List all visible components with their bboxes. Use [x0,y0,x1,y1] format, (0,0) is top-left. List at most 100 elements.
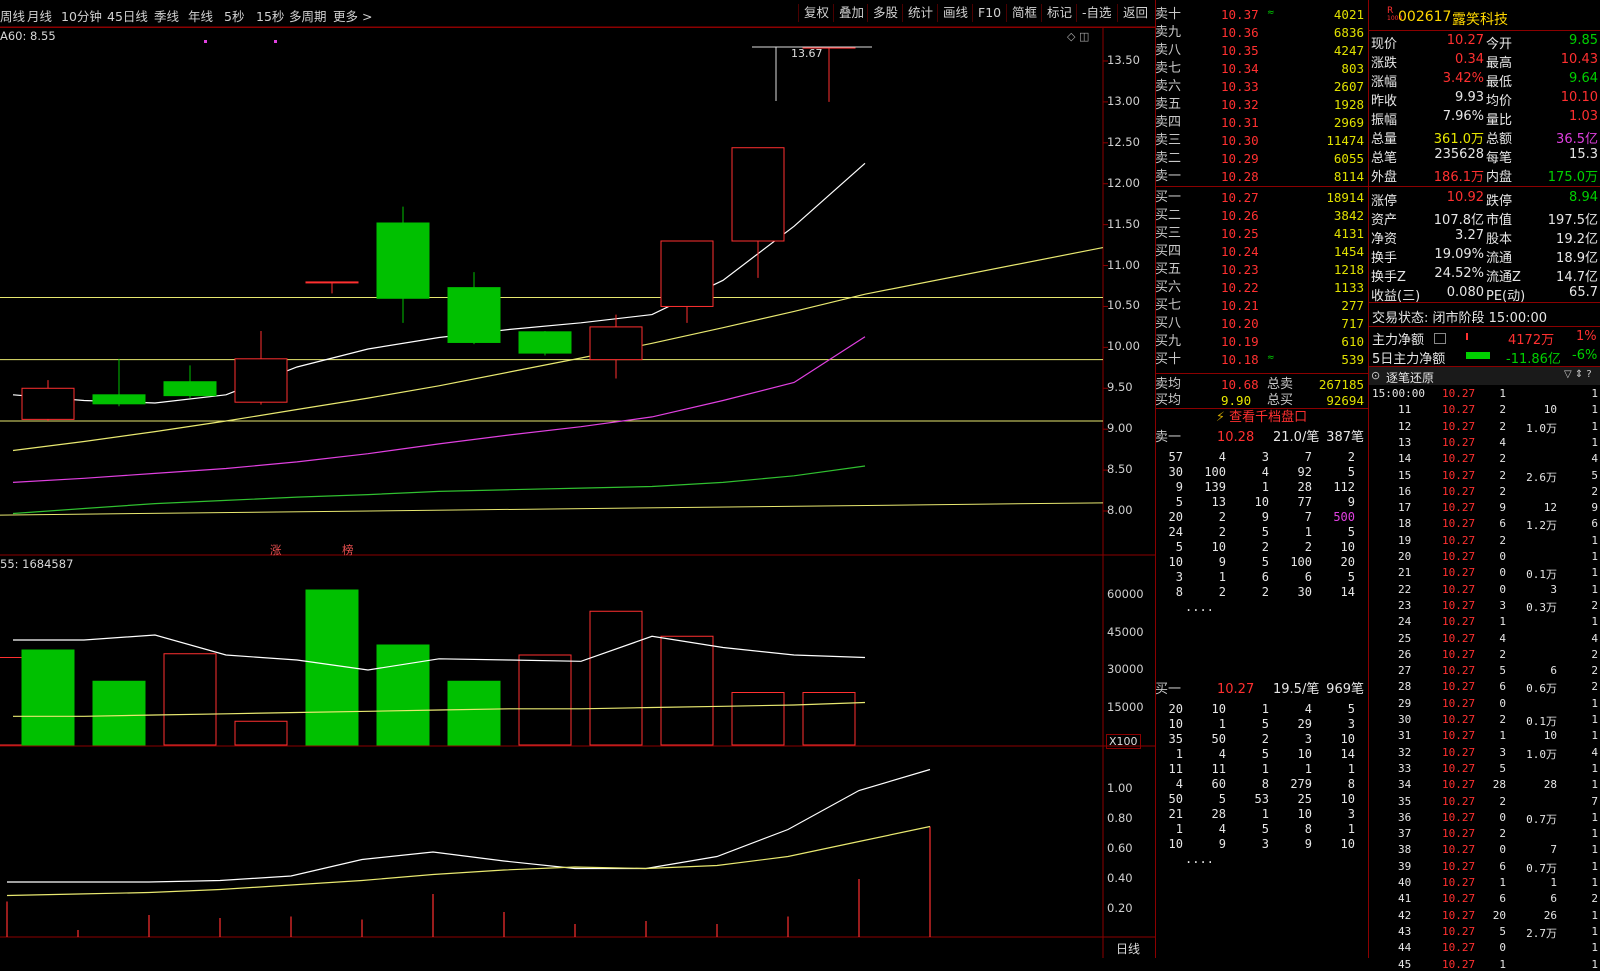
level-label: 卖九 [1155,25,1182,40]
quote-key: 每笔 [1486,151,1513,166]
level-label: 卖七 [1155,61,1182,76]
tick-cell: 10.27 [1442,941,1476,955]
queue-cell: 1 [1175,747,1183,761]
sell-level-1[interactable]: 卖十 10.37 ≈4021 [1155,6,1368,24]
queue-row: 20 10 1 4 5 [1155,702,1368,717]
period-label[interactable]: 日线 [1116,940,1140,957]
buy-level-4[interactable]: 买四 10.24 1454 [1155,243,1368,261]
tick-cell: 15 [1398,468,1412,482]
tick-cell: 19 [1398,533,1412,547]
buy-level-1[interactable]: 买一 10.27 18914 [1155,189,1368,207]
queue-row: 30 100 4 92 5 [1155,465,1368,480]
sell-level-8[interactable]: 卖三 10.30 11474 [1155,132,1368,150]
tick-cell: 21 [1398,566,1412,580]
tick-cell: 10.27 [1442,794,1476,808]
tick-cell: 39 [1398,859,1412,873]
tick-cell: 5 [1499,924,1506,938]
buy-level-6[interactable]: 买六 10.22 1133 [1155,279,1368,297]
tick-cell: 3 [1499,598,1506,612]
buy-level-7[interactable]: 买七 10.21 277 [1155,297,1368,315]
sell-level-2[interactable]: 卖九 10.36 6836 [1155,24,1368,42]
level-price: 10.34 [1221,61,1259,76]
queue-cell: 1 [1218,570,1226,584]
tick-cell: 1 [1499,729,1506,743]
sell-level-6[interactable]: 卖五 10.32 1928 [1155,96,1368,114]
sell-level-9[interactable]: 卖二 10.29 6055 [1155,150,1368,168]
level-price: 10.35 [1221,43,1259,58]
quote-value: 24.52% [1434,266,1484,281]
queue-cell: 35 [1168,732,1183,746]
buy-level-5[interactable]: 买五 10.23 1218 [1155,261,1368,279]
price-tick: 10.00 [1107,339,1140,354]
tick-cell: 11 [1398,403,1412,417]
queue-cell: 10 [1168,837,1183,851]
candle-body [234,358,288,403]
queue-cell: 112 [1333,480,1355,494]
queue-cell: 6 [1261,570,1269,584]
buy-level-10[interactable]: 买十 10.18 ≈539 [1155,351,1368,369]
price-tick: 9.00 [1107,421,1133,436]
queue-cell: 30 [1168,465,1183,479]
buy-level-8[interactable]: 买八 10.20 717 [1155,315,1368,333]
tick-cell: 10.27 [1442,859,1476,873]
queue-cell: 14 [1340,585,1355,599]
tick-cell: 0.1万 [1526,568,1557,582]
tick-cell: 10.27 [1442,484,1476,498]
sell-level-5[interactable]: 卖六 10.33 2607 [1155,78,1368,96]
collapse-icon[interactable]: ⊙ [1371,369,1380,382]
tick-cell: 25 [1398,631,1412,645]
sell-level-10[interactable]: 卖一 10.28 8114 [1155,168,1368,186]
queue-cell: 29 [1297,717,1312,731]
buy-level-9[interactable]: 买九 10.19 610 [1155,333,1368,351]
level-price: 10.24 [1221,244,1259,259]
queue-more[interactable]: .... [1155,852,1398,867]
level-volume: 6055 [1333,151,1364,166]
queue-cell: 2 [1218,510,1226,524]
tick-cell: 5 [1591,468,1598,482]
queue-header-cell: 10.27 [1217,682,1255,697]
level-label: 买八 [1155,316,1182,331]
tick-cell: 1 [1591,435,1598,449]
queue-cell: 4 [1304,702,1312,716]
quote-key: 今开 [1486,37,1513,52]
quote-value: 8.94 [1569,190,1598,205]
tick-cell: 24 [1398,615,1412,629]
sell-level-7[interactable]: 卖四 10.31 2969 [1155,114,1368,132]
quote-key: 昨收 [1371,94,1398,109]
buy-level-2[interactable]: 买二 10.26 3842 [1155,207,1368,225]
queue-cell: 9 [1218,555,1226,569]
buy-level-3[interactable]: 买三 10.25 4131 [1155,225,1368,243]
level-label: 卖三 [1155,133,1182,148]
level-price: 10.29 [1221,151,1259,166]
tick-cell: 1 [1591,550,1598,563]
volume-bar [234,720,288,746]
filter-icon[interactable]: ▽ ⇕ ? [1564,369,1592,380]
queue-header-cell: 19.5/笔 [1273,682,1320,697]
queue-header-cell: 969笔 [1326,682,1364,697]
level-volume: 1133 [1333,280,1364,295]
queue-row: 24 2 5 1 5 [1155,525,1368,540]
queue-cell: 57 [1168,450,1183,464]
queue-cell: 3 [1347,717,1355,731]
queue-cell: 10 [1340,837,1355,851]
volume-legend: 55: 1684587 [0,557,74,571]
level-volume: 6836 [1333,25,1364,40]
sell-level-4[interactable]: 卖七 10.34 803 [1155,60,1368,78]
tick-cell: 10.27 [1442,908,1476,922]
tick-cell: 10.27 [1442,843,1476,857]
quote-value: 197.5亿 [1547,213,1598,228]
queue-cell: 77 [1297,495,1312,509]
candle-body [518,331,572,354]
volume-ma-line-a [13,634,866,671]
queue-cell: 100 [1204,465,1226,479]
tick-cell: 0 [1499,582,1506,596]
sell-level-3[interactable]: 卖八 10.35 4247 [1155,42,1368,60]
tick-cell: 1 [1499,876,1506,889]
volume-bar [92,680,146,746]
level-label: 买九 [1155,334,1182,349]
queue-more[interactable]: .... [1155,600,1398,615]
volume-bar [589,610,643,746]
qiandang-link[interactable]: ⚡ 查看千档盘口 [1155,408,1368,428]
info-icon[interactable] [1434,333,1446,344]
tick-cell: 2 [1591,892,1598,906]
